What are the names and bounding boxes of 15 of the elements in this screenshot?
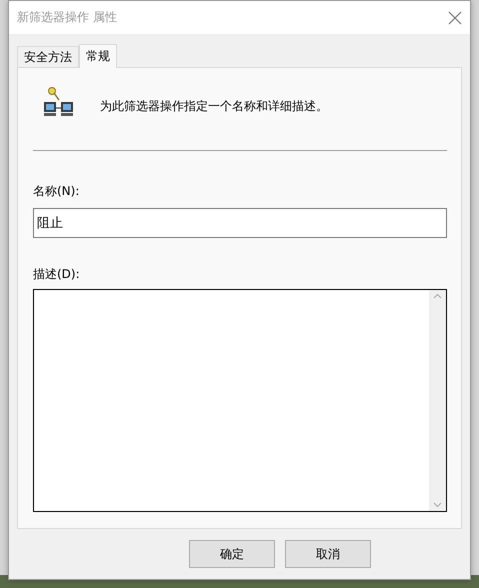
scrollbar[interactable]	[429, 290, 446, 511]
dialog-button[interactable]: 取消	[285, 540, 371, 568]
network-computers-icon	[42, 86, 76, 118]
scroll-down-icon[interactable]	[433, 502, 442, 508]
tab[interactable]: 安全方法	[17, 46, 79, 67]
tab[interactable]: 常规	[79, 44, 117, 68]
description-field[interactable]	[33, 289, 447, 512]
name-field[interactable]: 阻止	[33, 208, 447, 238]
field-label: 描述(D):	[33, 266, 81, 283]
field-label: 名称(N):	[33, 183, 80, 200]
dialog-button[interactable]: 确定	[189, 540, 275, 568]
scroll-up-icon[interactable]	[433, 293, 442, 299]
close-icon[interactable]	[448, 10, 462, 24]
window-title: 新筛选器操作 属性	[17, 9, 117, 26]
instruction-text: 为此筛选器操作指定一个名称和详细描述。	[100, 98, 328, 114]
